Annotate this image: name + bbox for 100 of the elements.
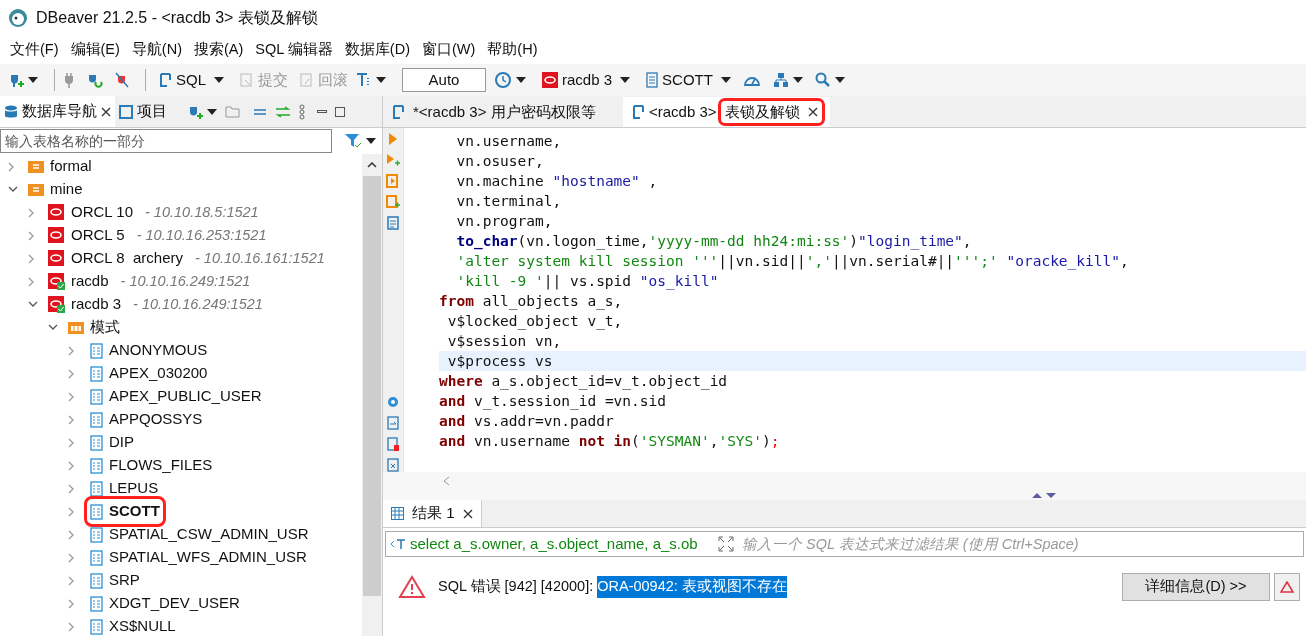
variables-icon[interactable] [387, 458, 399, 472]
database-icon[interactable] [542, 72, 558, 88]
close-icon[interactable] [807, 107, 818, 117]
tree-item[interactable]: APEX_PUBLIC_USER [88, 385, 264, 408]
plug-plus-icon[interactable] [8, 72, 24, 88]
result-tab[interactable]: 结果 1 [383, 500, 482, 527]
export-icon[interactable] [387, 416, 399, 430]
tree-item[interactable]: SRP [88, 569, 142, 592]
panel-tab[interactable]: 项目 [115, 96, 171, 127]
error-text: SQL 错误 [942] [42000]: [438, 577, 594, 597]
tree-item[interactable]: APEX_030200 [88, 362, 210, 385]
menu-item[interactable]: 导航(N) [125, 39, 188, 61]
details-button[interactable]: 详细信息(D) >> [1122, 573, 1270, 601]
dropdown-arrow-icon[interactable] [620, 77, 631, 83]
dropdown-arrow-icon[interactable] [28, 77, 38, 83]
dropdown-arrow-icon[interactable] [792, 77, 803, 83]
hierarchy-icon[interactable] [772, 72, 789, 88]
dropdown-arrow-icon[interactable] [207, 108, 217, 115]
tree-item[interactable]: SPATIAL_WFS_ADMIN_USR [88, 546, 309, 569]
code-line: 'kill -9 '|| vs.spid "os_kill" [455, 272, 720, 291]
warning-icon [1280, 581, 1294, 593]
search-icon[interactable] [814, 72, 831, 88]
script-run-new-icon[interactable] [386, 195, 400, 209]
tree-item[interactable]: 模式 [90, 316, 120, 339]
result-filter-bar[interactable]: select a_s.owner, a_s.object_name, a_s.ob 输入一个 SQL 表达式来过滤结果 (使用 Ctrl+Space) [385, 531, 1304, 557]
text-format-icon[interactable] [356, 72, 372, 88]
minimize-icon[interactable] [317, 109, 327, 114]
window-title: DBeaver 21.2.5 - <racdb 3> 表锁及解锁 [36, 8, 318, 28]
folder-icon [28, 159, 44, 174]
transaction-mode-field[interactable]: Auto [402, 68, 486, 92]
schema-icon [90, 595, 103, 612]
menu-item[interactable]: 搜索(A) [188, 39, 250, 61]
scroll-up-icon[interactable] [367, 162, 377, 168]
more-icon[interactable] [299, 103, 305, 120]
tree-item[interactable]: ANONYMOUS [88, 339, 210, 362]
dropdown-arrow-icon[interactable] [214, 77, 224, 83]
tree-item[interactable]: ORCL 5 [71, 224, 125, 247]
menu-item[interactable]: 编辑(E) [64, 39, 126, 61]
plug-icon[interactable] [63, 72, 75, 88]
tree-item[interactable]: LEPUS [88, 477, 161, 500]
schemas-folder-icon [68, 320, 84, 335]
run-new-tab-icon[interactable] [386, 153, 400, 167]
plug-off-icon[interactable] [115, 72, 129, 88]
collapse-icon[interactable] [253, 107, 267, 116]
tree-item[interactable]: XDGT_DEV_USER [88, 592, 242, 615]
new-folder-icon[interactable] [225, 104, 241, 119]
dropdown-arrow-icon[interactable] [516, 77, 526, 83]
filter-input[interactable]: 输入一个 SQL 表达式来过滤结果 (使用 Ctrl+Space) [742, 533, 1303, 555]
filter-field[interactable]: 输入表格名称的一部分 [0, 129, 332, 153]
schema-icon [90, 434, 103, 451]
schema-icon[interactable] [646, 72, 659, 88]
tree-item[interactable]: SCOTT [88, 500, 162, 523]
tree-item[interactable]: XS$NULL [88, 615, 178, 636]
history-icon[interactable] [494, 71, 512, 89]
close-icon[interactable] [462, 508, 473, 519]
script-run-icon[interactable] [386, 174, 400, 188]
scrollbar-thumb[interactable] [363, 176, 381, 596]
panel-tab[interactable]: 数据库导航 [0, 96, 115, 127]
editor-tab[interactable]: <racdb 3> 表锁及解锁 [623, 97, 830, 127]
menu-item[interactable]: 帮助(H) [481, 39, 544, 61]
maximize-icon[interactable] [335, 106, 345, 117]
run-icon[interactable] [388, 132, 398, 146]
connection-address: - 10.10.16.253:1521 [136, 225, 267, 245]
tree-item[interactable]: ORCL 8 archery [71, 247, 183, 270]
tree-item[interactable]: SPATIAL_CSW_ADMIN_USR [88, 523, 311, 546]
error-message: ORA-00942: 表或视图不存在 [597, 576, 787, 598]
tree-item[interactable]: racdb 3 [71, 293, 122, 316]
maximize-arrows-icon[interactable] [1032, 491, 1056, 499]
menu-item[interactable]: 窗口(W) [416, 39, 482, 61]
dropdown-arrow-icon[interactable] [376, 77, 386, 83]
schema-icon [90, 342, 103, 359]
menu-item[interactable]: 数据库(D) [338, 39, 416, 61]
folder-icon [28, 182, 44, 197]
dropdown-arrow-icon[interactable] [366, 138, 376, 144]
code-line: and v_t.session_id =vn.sid [439, 392, 667, 411]
file-error-icon[interactable] [387, 437, 399, 451]
dropdown-arrow-icon[interactable] [834, 77, 845, 83]
menu-item[interactable]: 文件(F) [4, 39, 65, 61]
scroll-left-icon[interactable] [443, 476, 450, 486]
code-line: v$locked_object v_t, [446, 312, 624, 331]
tree-item[interactable]: formal [50, 155, 92, 178]
plug-refresh-icon[interactable] [87, 72, 103, 88]
schema-icon [90, 411, 103, 428]
close-icon[interactable] [101, 106, 111, 117]
tree-item[interactable]: ORCL 10 [71, 201, 133, 224]
tree-item[interactable]: FLOWS_FILES [88, 454, 215, 477]
tree-item[interactable]: mine [50, 178, 83, 201]
plan-icon[interactable] [387, 216, 399, 230]
menu-item[interactable]: SQL 编辑器 [249, 39, 339, 61]
tree-item[interactable]: APPQOSSYS [88, 408, 205, 431]
toolbar-button[interactable]: racdb 3 [538, 68, 617, 92]
expand-icon[interactable] [718, 536, 734, 552]
tree-item[interactable]: DIP [88, 431, 136, 454]
schema-icon [90, 457, 103, 474]
link-icon[interactable] [275, 105, 291, 118]
error-log-button[interactable] [1274, 573, 1300, 601]
tree-item[interactable]: racdb [71, 270, 109, 293]
toolbar-button[interactable]: SCOTT [642, 68, 717, 92]
dropdown-arrow-icon[interactable] [720, 77, 731, 83]
toolbar-button[interactable]: SQL [154, 68, 210, 92]
